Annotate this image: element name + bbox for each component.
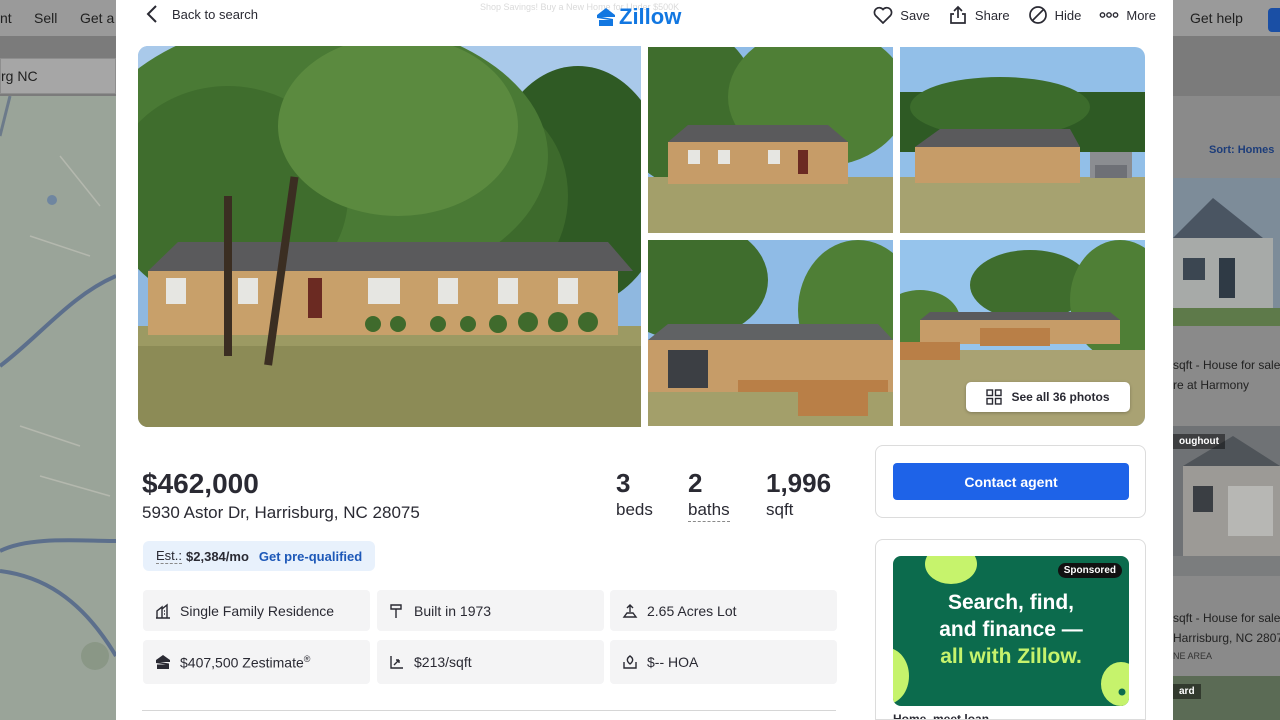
registered-mark: ® — [303, 653, 311, 664]
bg-nav-help: Get help — [1190, 10, 1243, 26]
bg-card-sub: Harrisburg, NC 2807 — [1173, 631, 1280, 645]
ad-caption: Home, meet loan — [893, 712, 990, 720]
bg-card-text: sqft - House for sale — [1173, 358, 1280, 372]
heart-icon — [873, 6, 893, 24]
logo-text: Zillow — [619, 4, 682, 29]
main-photo[interactable] — [138, 46, 641, 427]
lot-icon — [622, 603, 638, 618]
modal-actions: Save Share Hide More — [873, 5, 1156, 25]
fact-home-type: Single Family Residence — [143, 590, 370, 631]
more-icon — [1099, 12, 1119, 18]
baths-label: baths — [688, 500, 730, 522]
more-label: More — [1126, 7, 1156, 23]
section-divider — [142, 710, 836, 711]
zillow-logo[interactable]: Zillow — [596, 4, 681, 30]
listing-address: 5930 Astor Dr, Harrisburg, NC 28075 — [142, 503, 420, 522]
hide-label: Hide — [1054, 7, 1082, 23]
est-label[interactable]: Est.: — [156, 548, 183, 564]
grid-icon — [986, 389, 1003, 405]
house-front-photo — [138, 46, 641, 427]
listing-price: $462,000 — [142, 468, 259, 499]
fact-price-per-sqft: $213/sqft — [377, 640, 604, 684]
see-all-photos-button[interactable]: See all 36 photos — [966, 382, 1130, 412]
fact-text: $213/sqft — [414, 654, 472, 670]
hammer-icon — [390, 603, 402, 618]
photo-thumb-3[interactable] — [648, 240, 893, 426]
beds-stat: 3 beds — [616, 468, 653, 520]
beds-value: 3 — [616, 468, 631, 498]
sponsored-badge: Sponsored — [1057, 563, 1122, 578]
price-sqft-icon — [390, 656, 403, 669]
baths-value: 2 — [688, 468, 703, 498]
fact-text: Built in 1973 — [414, 602, 492, 619]
see-all-label: See all 36 photos — [1011, 390, 1110, 404]
contact-agent-button[interactable]: Contact agent — [893, 463, 1129, 500]
bg-nav-item-get: Get a — [80, 10, 115, 26]
sqft-stat: 1,996 sqft — [766, 468, 831, 520]
fact-text: $-- HOA — [647, 654, 699, 670]
home-type-icon — [156, 603, 170, 619]
bg-card-text: sqft - House for sale — [1173, 611, 1280, 625]
fact-text: 2.65 Acres Lot — [647, 602, 737, 619]
house-back-deck-photo — [648, 240, 893, 426]
chevron-left-icon — [146, 5, 157, 23]
photo-thumb-1[interactable] — [648, 47, 893, 233]
hide-button[interactable]: Hide — [1028, 5, 1082, 25]
photo-thumb-2[interactable] — [900, 47, 1145, 233]
share-button[interactable]: Share — [948, 5, 1010, 25]
share-label: Share — [974, 7, 1010, 23]
bg-sort-label: Sort: Homes — [1209, 144, 1275, 156]
zillow-logo-icon — [597, 8, 615, 26]
more-button[interactable]: More — [1099, 5, 1156, 25]
bg-results-list: Sort: Homes sqft - House for sale re at … — [1173, 96, 1280, 720]
ad-headline: Search, find, and finance — all with Zil… — [939, 591, 1083, 668]
fact-text: Single Family Residence — [180, 602, 335, 619]
zestimate-icon — [156, 655, 170, 669]
bg-map — [0, 96, 116, 720]
listing-modal: Back to search Shop Savings! Buy a New H… — [116, 0, 1173, 720]
bg-card-tag: ard — [1173, 684, 1201, 699]
fact-text: $407,500 Zestimate® — [180, 653, 311, 671]
ad-card: Sponsored Search, find, and finance — al… — [875, 539, 1146, 720]
bg-search-input: rg NC — [0, 58, 116, 94]
modal-topbar: Back to search Shop Savings! Buy a New H… — [116, 0, 1173, 36]
back-label: Back to search — [172, 6, 258, 22]
baths-stat[interactable]: 2 baths — [688, 468, 730, 522]
get-pre-qualified-link[interactable]: Get pre-qualified — [259, 549, 362, 564]
back-to-search-link[interactable]: Back to search — [146, 5, 258, 23]
hoa-icon — [623, 655, 637, 669]
bg-card-sub: re at Harmony — [1173, 378, 1250, 392]
fact-zestimate[interactable]: $407,500 Zestimate® — [143, 640, 370, 684]
bg-card-tag: oughout — [1173, 434, 1225, 449]
sqft-label: sqft — [766, 500, 794, 519]
bg-dock-tab — [1268, 8, 1280, 32]
save-label: Save — [900, 7, 930, 23]
fact-year-built: Built in 1973 — [377, 590, 604, 631]
house-wide-photo — [900, 47, 1145, 233]
est-value: $2,384/mo — [186, 548, 249, 564]
bg-house-illustration — [1173, 178, 1280, 326]
fact-hoa: $-- HOA — [610, 640, 837, 684]
bg-card-small: NE AREA — [1173, 651, 1213, 661]
bg-card-image — [1173, 178, 1280, 326]
fact-lot-size: 2.65 Acres Lot — [610, 590, 837, 631]
share-icon — [950, 5, 966, 24]
bg-nav-item-sell: Sell — [34, 10, 58, 26]
bg-nav-item: nt — [0, 10, 12, 26]
estimated-payment: Est.: $2,384/mo Get pre-qualified — [143, 541, 376, 571]
beds-label: beds — [616, 500, 653, 519]
sponsored-ad[interactable]: Sponsored Search, find, and finance — al… — [893, 556, 1129, 706]
bg-map-roads — [0, 96, 116, 720]
house-side-photo — [648, 47, 893, 233]
hide-icon — [1028, 6, 1047, 24]
sqft-value: 1,996 — [766, 468, 832, 498]
contact-card: Contact agent — [875, 445, 1146, 518]
save-button[interactable]: Save — [873, 5, 930, 25]
